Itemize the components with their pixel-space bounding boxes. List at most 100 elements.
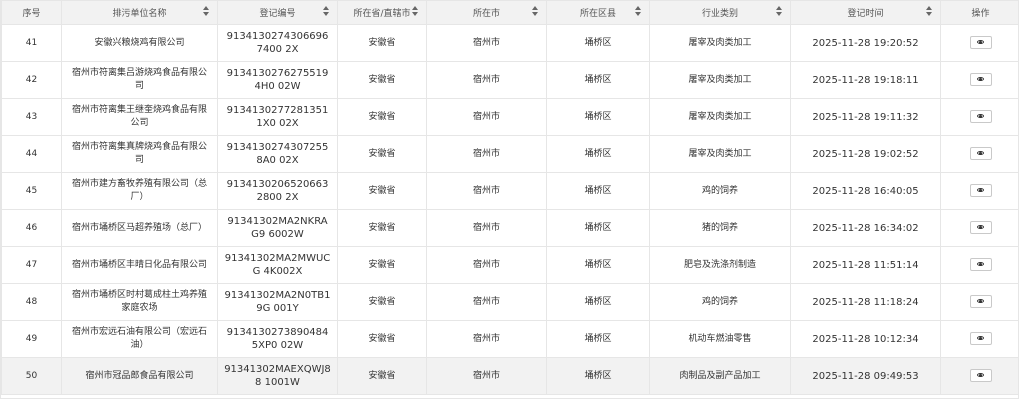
view-button[interactable] xyxy=(969,36,992,49)
header-district[interactable]: 所在区县 xyxy=(546,0,650,25)
sort-ascending-icon[interactable] xyxy=(412,6,418,10)
registration-code: 91341302743066967400 2X xyxy=(217,24,338,62)
view-button[interactable] xyxy=(969,73,992,86)
province: 安徽省 xyxy=(337,283,427,321)
registration-code: 91341302762755194H0 02W xyxy=(217,61,338,99)
company-name: 宿州市符离集吕游烧鸡食品有限公司 xyxy=(61,61,218,99)
table-row[interactable]: 48 宿州市埇桥区时村葛成柱土鸡养殖家庭农场 91341302MA2N0TB19G … xyxy=(1,283,1018,321)
view-button[interactable] xyxy=(969,369,992,382)
registration-code: 91341302743072558A0 02X xyxy=(217,135,338,173)
registration-time: 2025-11-28 11:51:14 xyxy=(790,246,941,284)
header-city[interactable]: 所在市 xyxy=(426,0,547,25)
industry-category: 肥皂及洗涤剂制造 xyxy=(649,246,791,284)
table-row[interactable]: 43 宿州市符离集王继奎烧鸡食品有限公司 91341302772813511X0 0… xyxy=(1,98,1018,136)
table-row[interactable]: 46 宿州市埇桥区马超养殖场（总厂） 91341302MA2NKRAG9 6002W… xyxy=(1,209,1018,247)
header-registration-time[interactable]: 登记时间 xyxy=(790,0,941,25)
sort-icon[interactable] xyxy=(532,6,538,18)
sort-icon[interactable] xyxy=(926,6,932,18)
province: 安徽省 xyxy=(337,320,427,358)
table-row[interactable]: 45 宿州市建方畜牧养殖有限公司（总厂） 91341302065206632800 … xyxy=(1,172,1018,210)
table-body: 41 安徽兴粮烧鸡有限公司 91341302743066967400 2X 安徽省 宿州… xyxy=(1,24,1018,395)
district: 埇桥区 xyxy=(546,283,650,321)
eye-pupil-icon xyxy=(978,189,982,192)
table-row[interactable]: 42 宿州市符离集吕游烧鸡食品有限公司 91341302762755194H0 02… xyxy=(1,61,1018,99)
eye-pupil-icon xyxy=(978,226,982,229)
row-index: 41 xyxy=(1,24,62,62)
table-header: 序号 排污单位名称 登记编号 所在省/直辖市 所在市 所在区县 行业类别 登记时间 操作 xyxy=(1,0,1018,25)
registration-code: 91341302772813511X0 02X xyxy=(217,98,338,136)
registration-time: 2025-11-28 10:12:34 xyxy=(790,320,941,358)
actions-cell xyxy=(940,98,1018,136)
company-name: 宿州市宏远石油有限公司（宏远石油） xyxy=(61,320,218,358)
table-row[interactable]: 47 宿州市埇桥区丰晴日化品有限公司 91341302MA2MWUCG 4K002X… xyxy=(1,246,1018,284)
sort-ascending-icon[interactable] xyxy=(776,6,782,10)
table-row[interactable]: 44 宿州市符离集真牌烧鸡食品有限公司 91341302743072558A0 02… xyxy=(1,135,1018,173)
view-button[interactable] xyxy=(969,147,992,160)
sort-ascending-icon[interactable] xyxy=(203,6,209,10)
table-row[interactable]: 49 宿州市宏远石油有限公司（宏远石油） 91341302738904845XP0 … xyxy=(1,320,1018,358)
district: 埇桥区 xyxy=(546,61,650,99)
sort-descending-icon[interactable] xyxy=(926,12,932,16)
header-label: 所在区县 xyxy=(579,9,616,19)
district: 埇桥区 xyxy=(546,246,650,284)
industry-category: 屠宰及肉类加工 xyxy=(649,61,791,99)
company-name: 宿州市冠品郎食品有限公司 xyxy=(61,357,218,395)
district: 埇桥区 xyxy=(546,172,650,210)
sort-descending-icon[interactable] xyxy=(532,12,538,16)
sort-descending-icon[interactable] xyxy=(412,12,418,16)
view-button[interactable] xyxy=(969,110,992,123)
sort-icon[interactable] xyxy=(323,6,329,18)
district: 埇桥区 xyxy=(546,24,650,62)
sort-ascending-icon[interactable] xyxy=(532,6,538,10)
sort-icon[interactable] xyxy=(203,6,209,18)
province: 安徽省 xyxy=(337,98,427,136)
province: 安徽省 xyxy=(337,172,427,210)
eye-pupil-icon xyxy=(978,300,982,303)
company-name: 宿州市埇桥区丰晴日化品有限公司 xyxy=(61,246,218,284)
header-province[interactable]: 所在省/直辖市 xyxy=(337,0,427,25)
header-label: 行业类别 xyxy=(701,9,738,19)
view-button[interactable] xyxy=(969,184,992,197)
company-name: 安徽兴粮烧鸡有限公司 xyxy=(61,24,218,62)
province: 安徽省 xyxy=(337,246,427,284)
eye-pupil-icon xyxy=(978,115,982,118)
row-index: 50 xyxy=(1,357,62,395)
header-label: 登记编号 xyxy=(259,9,296,19)
view-button[interactable] xyxy=(969,332,992,345)
sort-icon[interactable] xyxy=(635,6,641,18)
city: 宿州市 xyxy=(426,357,547,395)
view-button[interactable] xyxy=(969,258,992,271)
view-button[interactable] xyxy=(969,221,992,234)
sort-ascending-icon[interactable] xyxy=(926,6,932,10)
actions-cell xyxy=(940,61,1018,99)
header-label: 排污单位名称 xyxy=(112,9,167,19)
city: 宿州市 xyxy=(426,61,547,99)
table-row[interactable]: 41 安徽兴粮烧鸡有限公司 91341302743066967400 2X 安徽省 宿州… xyxy=(1,24,1018,62)
registration-time: 2025-11-28 16:40:05 xyxy=(790,172,941,210)
view-button[interactable] xyxy=(969,295,992,308)
actions-cell xyxy=(940,283,1018,321)
actions-cell xyxy=(940,135,1018,173)
sort-descending-icon[interactable] xyxy=(776,12,782,16)
city: 宿州市 xyxy=(426,172,547,210)
district: 埇桥区 xyxy=(546,135,650,173)
sort-descending-icon[interactable] xyxy=(203,12,209,16)
header-registration-code[interactable]: 登记编号 xyxy=(217,0,338,25)
registration-code: 91341302MA2NKRAG9 6002W xyxy=(217,209,338,247)
industry-category: 鸡的饲养 xyxy=(649,172,791,210)
registration-time: 2025-11-28 19:20:52 xyxy=(790,24,941,62)
sort-ascending-icon[interactable] xyxy=(323,6,329,10)
sort-descending-icon[interactable] xyxy=(635,12,641,16)
header-company-name[interactable]: 排污单位名称 xyxy=(61,0,218,25)
company-name: 宿州市符离集真牌烧鸡食品有限公司 xyxy=(61,135,218,173)
registration-code: 91341302065206632800 2X xyxy=(217,172,338,210)
eye-pupil-icon xyxy=(978,263,982,266)
province: 安徽省 xyxy=(337,209,427,247)
header-industry[interactable]: 行业类别 xyxy=(649,0,791,25)
sort-icon[interactable] xyxy=(776,6,782,18)
sort-icon[interactable] xyxy=(412,6,418,18)
industry-category: 屠宰及肉类加工 xyxy=(649,98,791,136)
sort-descending-icon[interactable] xyxy=(323,12,329,16)
sort-ascending-icon[interactable] xyxy=(635,6,641,10)
table-row[interactable]: 50 宿州市冠品郎食品有限公司 91341302MAEXQWJ88 1001W 安徽省… xyxy=(1,357,1018,395)
